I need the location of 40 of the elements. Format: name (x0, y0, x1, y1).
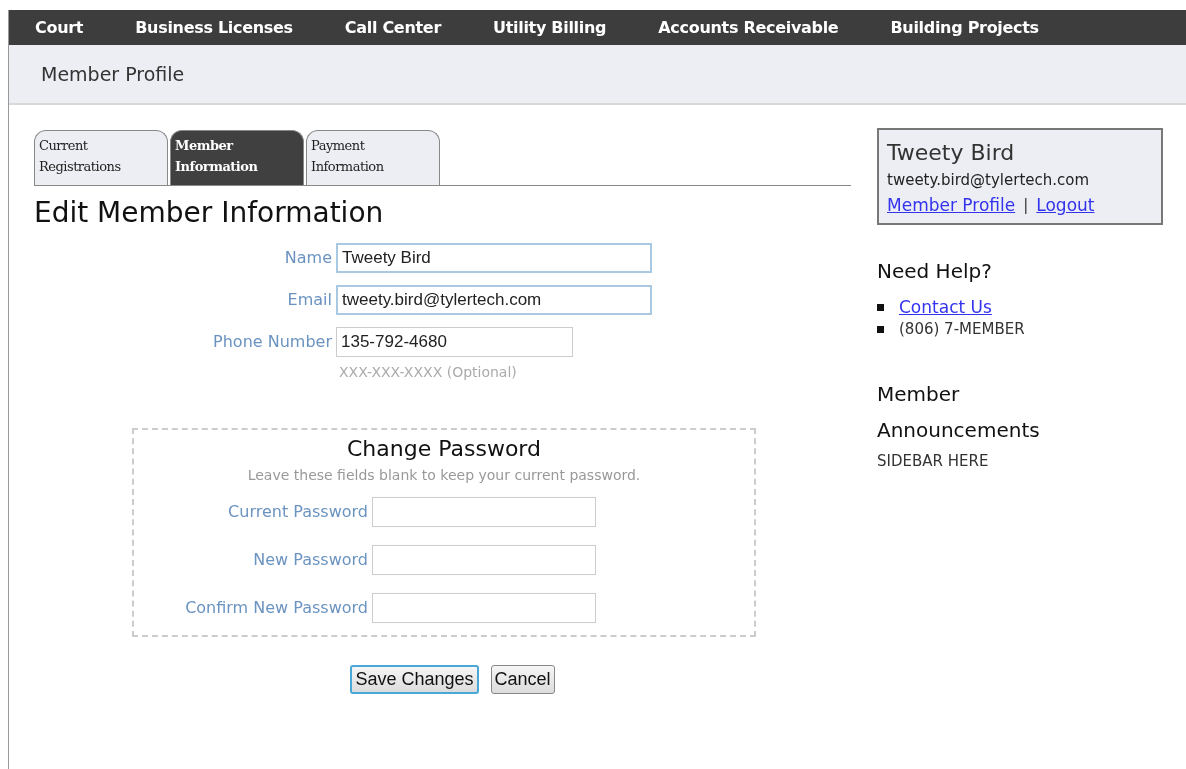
field-hint: XXX-XXX-XXXX (Optional) (339, 364, 518, 380)
password-field[interactable] (372, 593, 596, 623)
input-field[interactable]: Tweety Bird (336, 243, 652, 273)
nav-link[interactable]: Business Licenses (135, 18, 293, 37)
page-title: Member Profile (41, 63, 185, 85)
logout-link[interactable]: Logout (1036, 195, 1095, 215)
field-label: Current Password (227, 501, 368, 523)
account-name: Tweety Bird (887, 140, 1016, 165)
bullet-icon (877, 325, 884, 333)
announcements-heading: Member Announcements (877, 381, 1041, 444)
announcements-text: SIDEBAR HERE (877, 452, 990, 470)
contact-link[interactable]: Contact Us (899, 297, 992, 317)
input-field[interactable]: tweety.bird@tylertech.com (336, 285, 652, 315)
bullet-icon (877, 303, 884, 311)
section-note: Leave these fields blank to keep your current password. (246, 467, 642, 483)
page-heading: Edit Member Information (34, 196, 385, 229)
nav-link[interactable]: Accounts Receivable (658, 18, 839, 37)
field-label: Email (286, 289, 332, 311)
field-label: New Password (252, 549, 368, 571)
field-label: Phone Number (212, 331, 332, 353)
password-field[interactable] (372, 545, 596, 575)
password-field[interactable] (372, 497, 596, 527)
tab[interactable]: Member Information (170, 130, 304, 185)
nav-link[interactable]: Building Projects (890, 18, 1039, 37)
nav-link[interactable]: Utility Billing (493, 18, 607, 37)
field-label: Name (283, 247, 332, 269)
account-email: tweety.bird@tylertech.com (887, 171, 1091, 189)
tab[interactable]: Current Registrations (34, 130, 168, 185)
section-title: Change Password (346, 436, 542, 461)
nav-link[interactable]: Court (35, 18, 84, 37)
link-separator: | (1023, 196, 1029, 214)
form-button[interactable]: Cancel (490, 665, 555, 694)
input-field[interactable]: 135-792-4680 (336, 327, 573, 357)
form-button[interactable]: Save Changes (350, 665, 479, 694)
profile-link[interactable]: Member Profile (887, 195, 1016, 215)
help-heading: Need Help? (877, 259, 993, 283)
phone-text: (806) 7-MEMBER (899, 320, 1025, 338)
field-label: Confirm New Password (184, 597, 368, 619)
tab[interactable]: Payment Information (306, 130, 440, 185)
nav-link[interactable]: Call Center (344, 18, 441, 37)
